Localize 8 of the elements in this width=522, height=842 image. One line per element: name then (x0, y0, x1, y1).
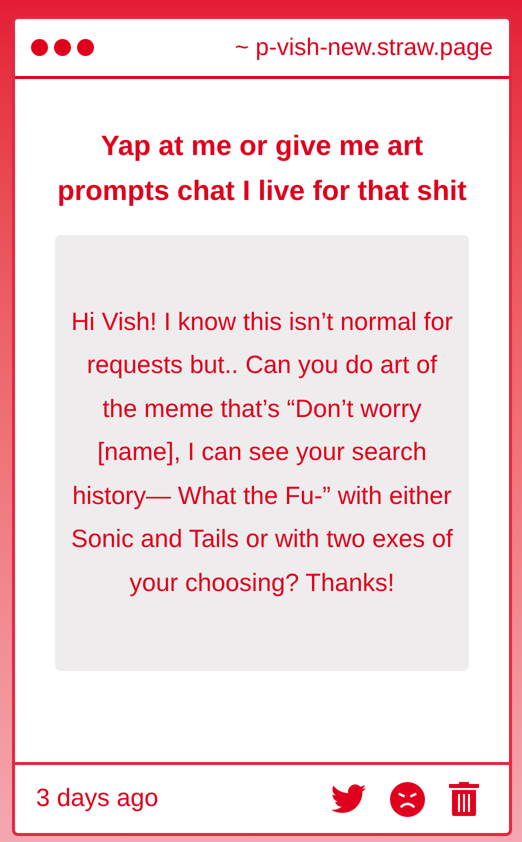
bird-icon[interactable] (331, 784, 366, 814)
page-address: ~ p-vish-new.straw.page (234, 32, 493, 62)
window-controls-icon (31, 39, 94, 56)
timestamp: 3 days ago (36, 783, 158, 814)
message-text: Hi Vish! I know this isn’t normal for requests but.. Can you do art of the meme that’s “Don’t worry [name], I can see your search history— What the Fu-” with either Sonic and Tails or with two exes of your choosing? Thanks! (70, 306, 454, 599)
angry-face-icon[interactable] (390, 782, 425, 816)
trash-icon[interactable] (449, 782, 479, 816)
prompt-title: Yap at me or give me art prompts chat I live for that shit (56, 129, 468, 208)
